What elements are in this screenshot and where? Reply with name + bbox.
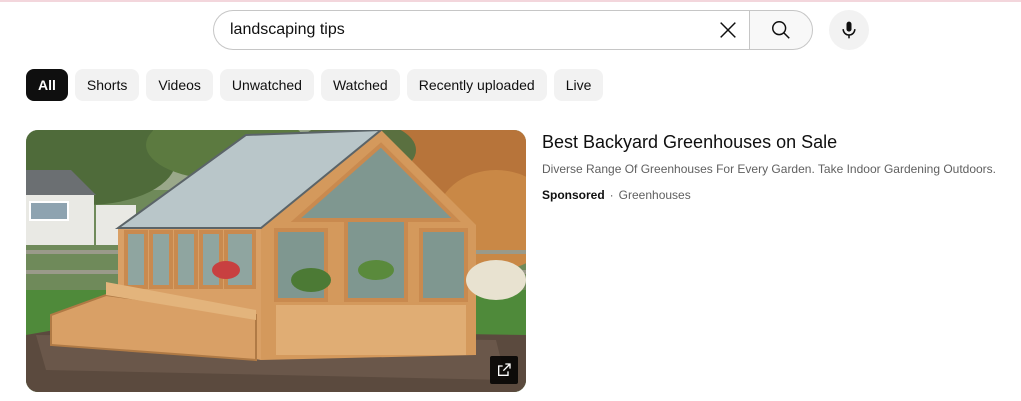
greenhouse-image [26,130,526,392]
chip-unwatched[interactable]: Unwatched [219,69,314,101]
voice-search-button[interactable] [829,10,869,50]
search-button[interactable] [749,10,813,50]
ad-description: Diverse Range Of Greenhouses For Every G… [542,162,997,176]
chip-videos[interactable]: Videos [146,69,213,101]
chip-watched[interactable]: Watched [320,69,400,101]
advertiser-name[interactable]: Greenhouses [619,188,691,202]
ad-title[interactable]: Best Backyard Greenhouses on Sale [542,132,837,153]
meta-separator: · [609,188,614,202]
chip-all[interactable]: All [26,69,68,101]
search-input[interactable] [230,21,713,39]
chip-live[interactable]: Live [553,69,604,101]
search-bar [213,10,813,50]
filter-chips: All Shorts Videos Unwatched Watched Rece… [26,69,604,101]
external-link-badge[interactable] [490,356,518,384]
search-icon [772,21,790,39]
ad-meta: Sponsored · Greenhouses [542,188,691,202]
external-link-icon [498,363,511,376]
chip-shorts[interactable]: Shorts [74,69,140,101]
close-icon [720,22,736,38]
chip-recently-uploaded[interactable]: Recently uploaded [406,69,547,101]
search-box [213,10,749,50]
ad-thumbnail[interactable] [26,130,526,392]
microphone-icon [842,21,856,39]
top-border [0,0,1021,2]
clear-search-button[interactable] [713,15,743,45]
sponsored-label: Sponsored [542,188,605,202]
